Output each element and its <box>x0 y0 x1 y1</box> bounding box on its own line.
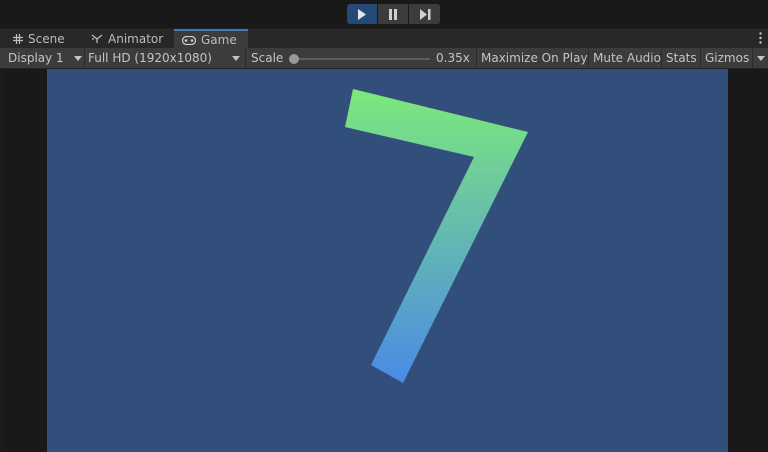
more-options-icon[interactable] <box>759 32 762 47</box>
seven-shape <box>345 89 528 383</box>
display-dropdown[interactable]: Display 1 <box>8 48 82 68</box>
pause-icon <box>389 8 397 20</box>
pause-button[interactable] <box>378 4 408 24</box>
separator <box>700 48 701 68</box>
tab-animator[interactable]: Animator <box>83 29 171 49</box>
step-forward-icon <box>419 8 430 20</box>
tab-scene-label: Scene <box>28 32 65 46</box>
separator <box>752 48 753 68</box>
view-edge <box>0 69 4 452</box>
tab-bar: Scene Animator Game <box>0 28 768 49</box>
gamepad-icon <box>182 35 196 45</box>
scale-value: 0.35x <box>436 51 470 65</box>
tab-game-label: Game <box>201 33 237 47</box>
mute-audio-toggle[interactable]: Mute Audio <box>593 48 661 68</box>
grid-icon <box>13 34 23 44</box>
animator-icon <box>91 34 103 43</box>
chevron-down-icon <box>74 55 82 61</box>
separator <box>476 48 477 68</box>
display-label: Display 1 <box>8 51 64 65</box>
tab-scene[interactable]: Scene <box>5 29 73 49</box>
separator <box>588 48 589 68</box>
gizmos-toggle[interactable]: Gizmos <box>705 48 749 68</box>
step-button[interactable] <box>409 4 440 24</box>
resolution-dropdown[interactable]: Full HD (1920x1080) <box>88 48 240 68</box>
tab-animator-label: Animator <box>108 32 164 46</box>
chevron-down-icon <box>757 55 765 61</box>
tab-game[interactable]: Game <box>174 29 248 49</box>
separator <box>84 48 85 68</box>
play-toolbar <box>0 0 768 28</box>
game-canvas[interactable] <box>47 69 728 452</box>
game-render <box>345 89 528 383</box>
gizmos-dropdown[interactable] <box>757 48 765 68</box>
scale-slider-handle[interactable] <box>289 54 299 64</box>
stats-toggle[interactable]: Stats <box>666 48 697 68</box>
scale-slider-track[interactable] <box>294 58 430 60</box>
separator <box>245 48 246 68</box>
maximize-on-play-toggle[interactable]: Maximize On Play <box>481 48 588 68</box>
play-icon <box>358 8 366 20</box>
play-button[interactable] <box>347 4 377 24</box>
chevron-down-icon <box>232 55 240 61</box>
separator <box>661 48 662 68</box>
resolution-label: Full HD (1920x1080) <box>88 51 212 65</box>
scale-label: Scale <box>251 51 284 65</box>
